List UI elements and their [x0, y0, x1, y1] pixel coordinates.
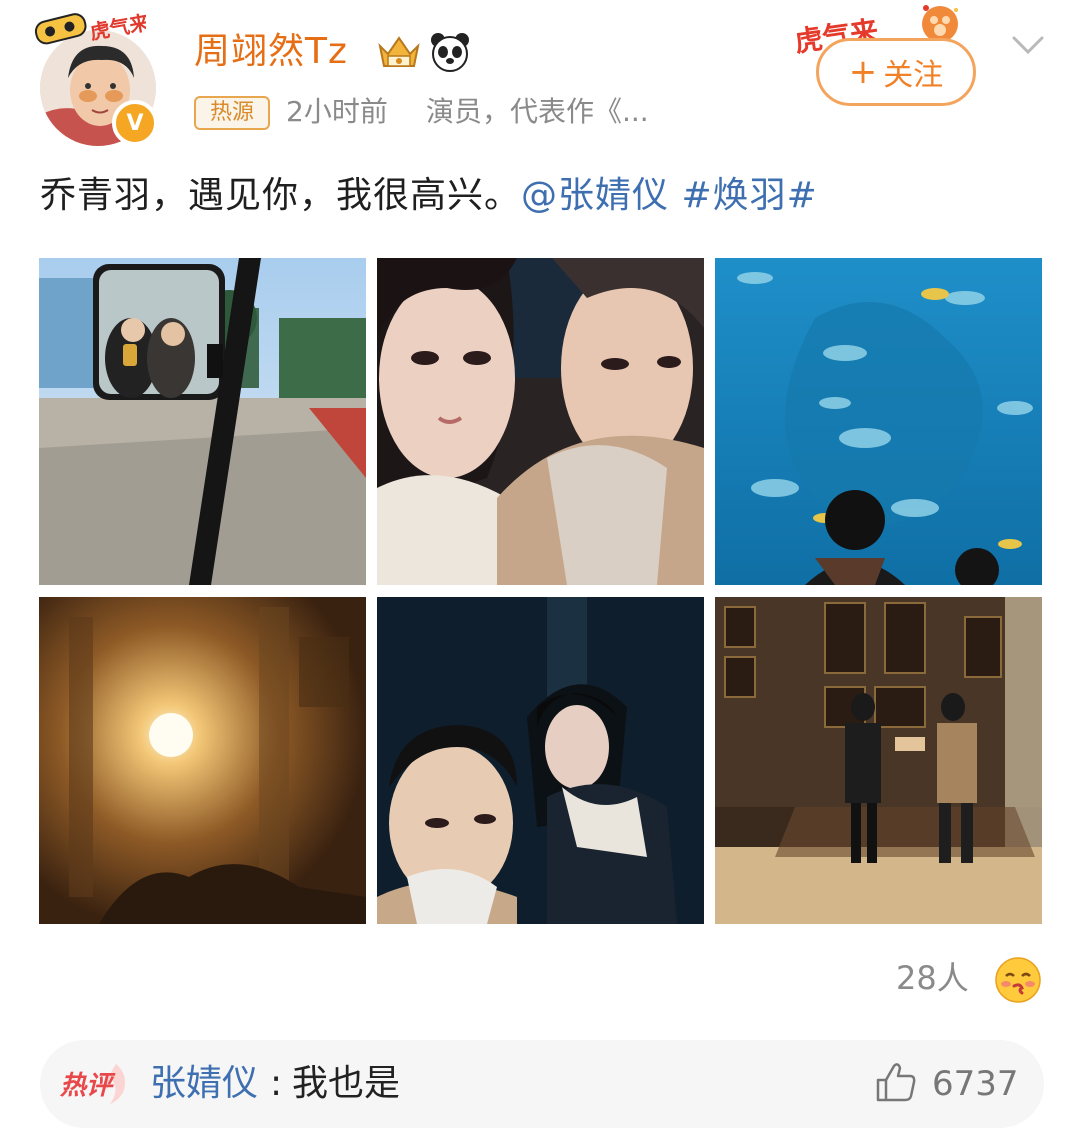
kiss-emoji-icon[interactable]	[994, 956, 1042, 1004]
verified-badge-icon: V	[112, 100, 158, 146]
thumbs-up-icon[interactable]	[874, 1060, 918, 1104]
user-description: 演员，代表作《...	[426, 95, 649, 128]
avatar-frame-sticker: 虎气来了	[30, 6, 171, 52]
image-aquarium-fish[interactable]	[715, 258, 1042, 585]
image-grid	[39, 258, 1043, 924]
avatar-frame-text: 虎气来了	[88, 7, 146, 45]
panda-badge-icon[interactable]	[428, 30, 472, 74]
follow-button[interactable]: + 关注	[816, 38, 976, 106]
hashtag-link[interactable]: #焕羽#	[681, 175, 817, 216]
image-warm-light-interior[interactable]	[39, 597, 366, 924]
image-couple-selfie-closeup[interactable]	[377, 258, 704, 585]
hot-badge-text: 热评	[59, 1071, 116, 1101]
image-night-couple-photo[interactable]	[377, 597, 704, 924]
hot-comment-badge-icon: 热评	[58, 1060, 136, 1106]
follow-label: 关注	[883, 58, 944, 93]
image-car-mirror-selfie[interactable]	[39, 258, 366, 585]
chevron-down-icon[interactable]	[1008, 30, 1048, 60]
image-gallery-hall-scene[interactable]	[715, 597, 1042, 924]
post-text: 乔青羽，遇见你，我很高兴。@张婧仪 #焕羽#	[40, 166, 818, 226]
comment-separator: :	[270, 1063, 283, 1104]
crown-badge-icon[interactable]	[374, 32, 424, 72]
post-body: 乔青羽，遇见你，我很高兴。	[40, 175, 522, 216]
post-time: 2小时前	[286, 95, 388, 128]
plus-icon: +	[848, 52, 878, 92]
username[interactable]: 周翊然Tz	[194, 28, 348, 76]
source-tag: 热源	[194, 96, 270, 130]
comment-text: 我也是	[292, 1063, 401, 1104]
comment-like-count: 6737	[932, 1064, 1019, 1104]
comment-author[interactable]: 张婧仪	[150, 1058, 258, 1110]
mention-link[interactable]: @张婧仪	[521, 175, 669, 216]
likes-count[interactable]: 28人	[896, 954, 969, 1002]
